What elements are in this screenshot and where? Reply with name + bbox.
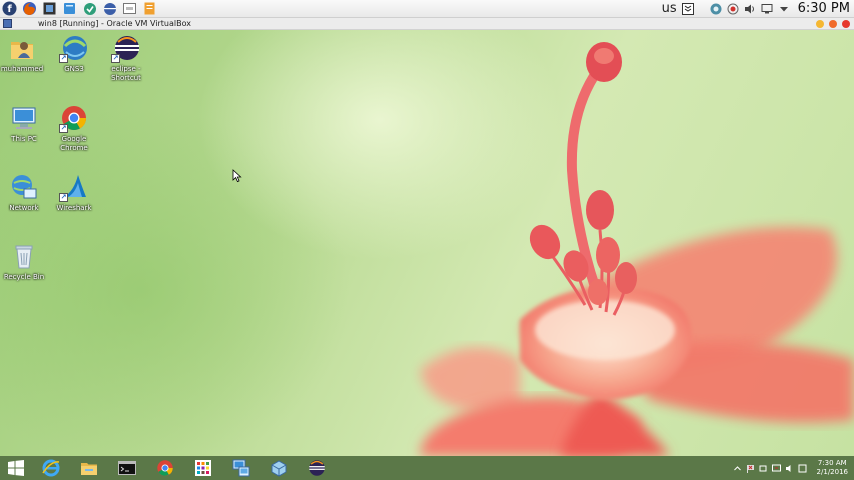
taskbar-apps[interactable] — [184, 456, 222, 480]
vpn-icon — [83, 2, 96, 15]
files-launcher[interactable] — [61, 0, 78, 17]
desktop-icon-label: GNS3 — [64, 65, 84, 73]
screen-recorder-icon — [43, 2, 56, 15]
notes-icon — [144, 2, 155, 15]
taskbar-chrome[interactable] — [146, 456, 184, 480]
maximize-button[interactable] — [829, 19, 837, 28]
taskbar-internet-explorer[interactable] — [32, 456, 70, 480]
apps-grid-icon — [195, 460, 211, 476]
desktop-icon-label: Network — [9, 204, 39, 212]
volume-icon[interactable] — [744, 3, 756, 15]
shortcut-arrow-icon: ↗ — [59, 193, 68, 202]
file-explorer-icon — [81, 463, 97, 475]
desktop-icon-wireshark[interactable]: ↗ Wireshark — [44, 173, 104, 213]
dropbox-icon[interactable] — [681, 2, 694, 15]
desktop-icon-recycle-bin[interactable]: Recycle Bin — [0, 242, 54, 282]
host-tray: us 6:30 PM — [662, 0, 854, 18]
terminal-icon — [123, 3, 136, 14]
command-prompt-icon — [118, 461, 136, 475]
desktop-icon-label: Google Chrome — [60, 135, 88, 152]
fedora-icon: f — [2, 1, 17, 16]
desktop-icon-label: Wireshark — [56, 204, 92, 212]
desktop-icon-label: This PC — [11, 135, 37, 143]
taskbar-virtualbox[interactable] — [260, 456, 298, 480]
network-icon — [12, 175, 37, 199]
firefox-icon — [23, 2, 36, 15]
screen-recorder-launcher[interactable] — [41, 0, 58, 17]
flag-icon[interactable] — [746, 464, 755, 473]
fedora-launcher[interactable]: f — [1, 0, 18, 17]
taskbar-eclipse[interactable] — [298, 456, 336, 480]
keyboard-layout-indicator[interactable]: us — [662, 1, 677, 16]
user-folder-icon — [11, 42, 33, 59]
record-icon[interactable] — [727, 3, 739, 15]
files-icon — [64, 3, 75, 14]
this-pc-icon — [12, 107, 36, 129]
host-clock[interactable]: 6:30 PM — [798, 1, 850, 16]
shortcut-arrow-icon: ↗ — [59, 54, 68, 63]
host-launchers: f — [0, 0, 161, 18]
vm-window-titlebar[interactable]: win8 [Running] - Oracle VM VirtualBox — [0, 18, 854, 30]
virtualbox-icon — [271, 460, 287, 477]
remote-desktop-icon — [232, 459, 250, 477]
start-button[interactable] — [0, 456, 32, 480]
mouse-cursor-icon — [232, 169, 242, 183]
start-icon — [8, 460, 24, 476]
windows-taskbar: 7:30 AM 2/1/2016 — [0, 456, 854, 480]
network-monitor-icon[interactable] — [761, 3, 773, 15]
guest-desktop[interactable]: muhammed ↗ GNS3 ↗ eclipse - Shortcut Thi… — [0, 30, 854, 456]
firefox-launcher[interactable] — [21, 0, 38, 17]
notes-launcher[interactable] — [141, 0, 158, 17]
shortcut-arrow-icon: ↗ — [111, 54, 120, 63]
virtualbox-icon[interactable] — [3, 19, 12, 28]
chrome-icon — [157, 460, 173, 476]
host-top-panel: f us 6:30 PM — [0, 0, 854, 18]
desktop-icon-label: eclipse - Shortcut — [111, 65, 141, 82]
taskbar-remote-desktop[interactable] — [222, 456, 260, 480]
eclipse-launcher[interactable] — [101, 0, 118, 17]
notification-area: 7:30 AM 2/1/2016 — [733, 456, 854, 480]
shortcut-arrow-icon: ↗ — [59, 124, 68, 133]
desktop-icon-label: Recycle Bin — [3, 273, 45, 281]
updates-icon[interactable] — [710, 3, 722, 15]
eclipse-icon — [309, 460, 325, 476]
show-hidden-icons-icon[interactable] — [733, 464, 742, 473]
window-title: win8 [Running] - Oracle VM VirtualBox — [38, 19, 191, 28]
taskbar-file-explorer[interactable] — [70, 456, 108, 480]
desktop-icon-label: muhammed — [0, 65, 44, 73]
network-status-icon[interactable] — [771, 464, 781, 473]
wifi-icon[interactable] — [759, 464, 768, 473]
internet-explorer-icon — [42, 459, 60, 477]
speaker-icon[interactable] — [785, 464, 794, 473]
taskbar-command-prompt[interactable] — [108, 456, 146, 480]
wallpaper-flower — [420, 42, 854, 456]
minimize-button[interactable] — [816, 19, 824, 28]
close-button[interactable] — [842, 19, 850, 28]
terminal-launcher[interactable] — [121, 0, 138, 17]
desktop-icon-eclipse-shortcut[interactable]: ↗ eclipse - Shortcut — [96, 34, 156, 83]
taskbar-date: 2/1/2016 — [816, 468, 848, 476]
svg-text:f: f — [7, 4, 12, 15]
chevron-down-icon[interactable] — [778, 3, 790, 15]
action-center-icon[interactable] — [798, 464, 807, 473]
vpn-launcher[interactable] — [81, 0, 98, 17]
window-controls — [816, 19, 850, 28]
desktop-icon-google-chrome[interactable]: ↗ Google Chrome — [44, 104, 104, 153]
taskbar-clock[interactable]: 7:30 AM 2/1/2016 — [817, 459, 848, 477]
taskbar-time: 7:30 AM — [817, 459, 847, 467]
eclipse-icon — [103, 2, 116, 15]
recycle-bin-icon — [15, 245, 33, 269]
desktop-icon-gns3[interactable]: ↗ GNS3 — [44, 34, 104, 74]
